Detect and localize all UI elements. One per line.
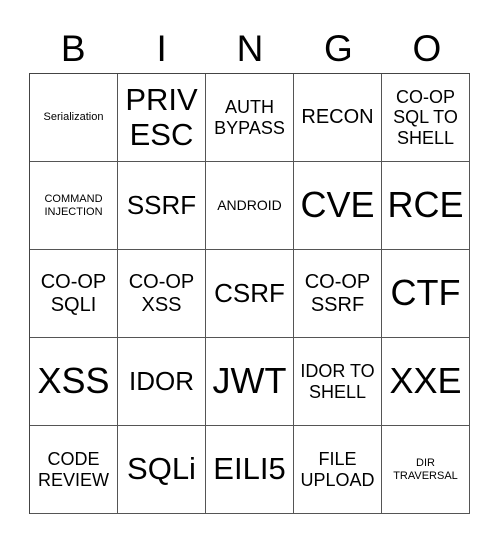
bingo-cell-label: RECON <box>301 106 374 129</box>
bingo-cell-label: CSRF <box>214 277 285 308</box>
bingo-cell[interactable]: DIR TRAVERSAL <box>382 426 470 514</box>
bingo-cell[interactable]: XSS <box>30 338 118 426</box>
bingo-cell[interactable]: CODE REVIEW <box>30 426 118 514</box>
bingo-cell-label: SSRF <box>126 189 197 220</box>
bingo-cell-label: RCE <box>387 184 464 226</box>
bingo-cell[interactable]: Serialization <box>30 74 118 162</box>
bingo-cell[interactable]: EILI5 <box>206 426 294 514</box>
bingo-cell-label: COMMAND INJECTION <box>44 193 103 218</box>
bingo-cell-label: CO-OP SQL TO SHELL <box>393 87 458 148</box>
bingo-header: B I N G O <box>29 26 471 72</box>
bingo-cell-label: FILE UPLOAD <box>300 449 375 490</box>
bingo-cell[interactable]: CO-OP SQLI <box>30 250 118 338</box>
bingo-cell-label: CODE REVIEW <box>37 449 109 490</box>
bingo-cell-label: CO-OP SQLI <box>40 271 107 316</box>
bingo-cell[interactable]: CO-OP XSS <box>118 250 206 338</box>
header-letter-b: B <box>60 28 86 69</box>
bingo-cell[interactable]: XXE <box>382 338 470 426</box>
bingo-cell-label: IDOR TO SHELL <box>300 361 375 402</box>
bingo-cell[interactable]: FILE UPLOAD <box>294 426 382 514</box>
bingo-cell-label: DIR TRAVERSAL <box>393 457 458 482</box>
bingo-cell[interactable]: IDOR <box>118 338 206 426</box>
bingo-cell[interactable]: SSRF <box>118 162 206 250</box>
bingo-cell-label: CTF <box>390 272 461 314</box>
bingo-cell[interactable]: SQLi <box>118 426 206 514</box>
bingo-cell[interactable]: CVE <box>294 162 382 250</box>
bingo-cell[interactable]: CTF <box>382 250 470 338</box>
bingo-cell-label: EILI5 <box>213 451 286 487</box>
bingo-cell[interactable]: PRIV ESC <box>118 74 206 162</box>
header-letter-g: G <box>324 28 353 69</box>
bingo-cell-label: ANDROID <box>217 196 282 213</box>
bingo-cell[interactable]: RECON <box>294 74 382 162</box>
bingo-cell-label: SQLi <box>127 451 196 487</box>
bingo-cell[interactable]: IDOR TO SHELL <box>294 338 382 426</box>
bingo-cell-label: CVE <box>300 184 375 226</box>
bingo-cell[interactable]: CO-OP SSRF <box>294 250 382 338</box>
bingo-cell[interactable]: COMMAND INJECTION <box>30 162 118 250</box>
bingo-cell[interactable]: CO-OP SQL TO SHELL <box>382 74 470 162</box>
bingo-cell-label: AUTH BYPASS <box>214 97 285 138</box>
bingo-cell-label: CO-OP XSS <box>128 271 195 316</box>
bingo-cell-label: CO-OP SSRF <box>304 271 371 316</box>
bingo-grid: Serialization PRIV ESC AUTH BYPASS RECON CO-… <box>29 73 470 514</box>
bingo-cell-label: PRIV ESC <box>125 81 198 152</box>
bingo-cell[interactable]: JWT <box>206 338 294 426</box>
header-letter-n: N <box>236 28 264 69</box>
bingo-cell[interactable]: RCE <box>382 162 470 250</box>
bingo-cell[interactable]: AUTH BYPASS <box>206 74 294 162</box>
bingo-cell-label: XSS <box>37 360 110 402</box>
header-letter-o: O <box>412 28 442 69</box>
bingo-cell-label: IDOR <box>129 365 194 396</box>
bingo-cell-label: Serialization <box>43 111 104 124</box>
bingo-cell[interactable]: ANDROID <box>206 162 294 250</box>
bingo-cell-label: JWT <box>212 360 287 402</box>
bingo-cell-label: XXE <box>389 360 462 402</box>
bingo-cell[interactable]: CSRF <box>206 250 294 338</box>
header-letter-i: I <box>156 28 167 69</box>
